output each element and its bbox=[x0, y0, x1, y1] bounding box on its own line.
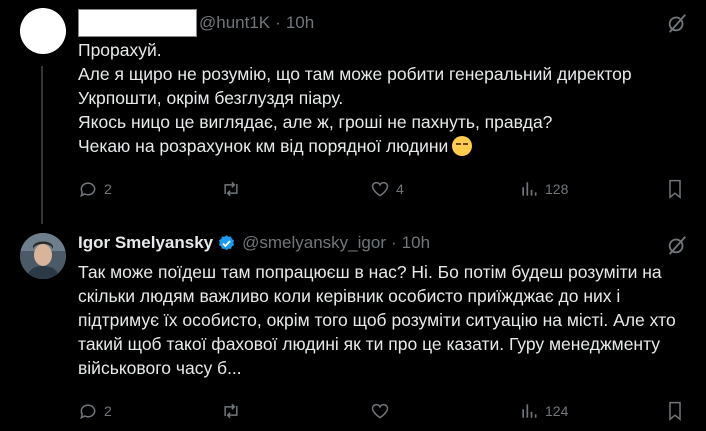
retweet-button[interactable] bbox=[220, 401, 248, 421]
user-handle[interactable]: @hunt1K bbox=[199, 13, 270, 33]
retweet-icon bbox=[220, 401, 242, 421]
tweet-line: скільки людям важливо коли керівник особ… bbox=[78, 286, 621, 306]
reply-count: 2 bbox=[104, 181, 112, 197]
tweet-text: Так може поїдеш там попрацюєш в нас? Ні.… bbox=[78, 260, 676, 380]
tweet-header: Igor Smelyansky @smelyansky_igor · 10h bbox=[78, 233, 430, 253]
tweet-line: підтримує їх особисто, окрім того щоб ро… bbox=[78, 310, 676, 330]
tweet-text: Прорахуй. Але я щиро не розумію, що там … bbox=[78, 38, 632, 158]
tweet-line: такий щоб такої фахової людині як ти про… bbox=[78, 334, 661, 354]
like-button[interactable] bbox=[370, 401, 396, 421]
tweet-line: Якось ницо це виглядає, але ж, гроші не … bbox=[78, 112, 553, 132]
separator-dot: · bbox=[391, 233, 397, 252]
grok-icon[interactable] bbox=[666, 12, 688, 39]
like-icon bbox=[370, 179, 390, 199]
views-icon bbox=[519, 401, 539, 421]
views-count: 128 bbox=[545, 181, 569, 197]
like-count: 4 bbox=[396, 181, 404, 197]
reply-count: 2 bbox=[104, 403, 112, 419]
relieved-face-emoji-icon bbox=[452, 136, 473, 156]
tweet-line: Так може поїдеш там попрацюєш в нас? Ні.… bbox=[78, 262, 662, 282]
bookmark-button[interactable] bbox=[666, 179, 684, 199]
reply-button[interactable]: 2 bbox=[78, 401, 112, 421]
tweet-action-bar: 2 124 bbox=[78, 401, 690, 423]
timestamp[interactable]: 10h bbox=[286, 13, 314, 33]
user-handle[interactable]: @smelyansky_igor bbox=[242, 233, 386, 253]
views-button[interactable]: 128 bbox=[519, 179, 568, 199]
avatar[interactable] bbox=[20, 8, 66, 54]
reply-icon bbox=[78, 179, 98, 199]
redacted-name bbox=[78, 9, 197, 37]
verified-badge-icon bbox=[217, 234, 236, 253]
grok-icon[interactable] bbox=[666, 234, 688, 261]
display-name[interactable]: Igor Smelyansky bbox=[78, 233, 213, 253]
bookmark-icon bbox=[666, 401, 684, 421]
tweet-line: Чекаю на розрахунок км від порядної люди… bbox=[78, 136, 449, 156]
views-button[interactable]: 124 bbox=[519, 401, 568, 421]
views-icon bbox=[519, 179, 539, 199]
tweet-action-bar: 2 4 128 bbox=[78, 179, 690, 201]
bookmark-button[interactable] bbox=[666, 401, 684, 421]
retweet-icon bbox=[220, 179, 242, 199]
thread-connector-line bbox=[41, 66, 43, 224]
tweet-line: Укрпошти, окрім безглуздя піару. bbox=[78, 88, 344, 108]
like-button[interactable]: 4 bbox=[370, 179, 404, 199]
tweet-line-with-emoji: Чекаю на розрахунок км від порядної люди… bbox=[78, 134, 632, 158]
reply-button[interactable]: 2 bbox=[78, 179, 112, 199]
views-count: 124 bbox=[545, 403, 569, 419]
retweet-button[interactable] bbox=[220, 179, 248, 199]
timestamp[interactable]: 10h bbox=[402, 233, 430, 253]
avatar[interactable] bbox=[20, 233, 66, 279]
tweet-line: Але я щиро не розумію, що там може робит… bbox=[78, 64, 632, 84]
separator-dot: · bbox=[275, 13, 281, 32]
reply-icon bbox=[78, 401, 98, 421]
tweet-line: військового часу б... bbox=[78, 358, 242, 378]
profile-photo-icon bbox=[20, 233, 66, 279]
tweet-line: Прорахуй. bbox=[78, 40, 162, 60]
bookmark-icon bbox=[666, 179, 684, 199]
like-icon bbox=[370, 401, 390, 421]
tweet-header: @hunt1K · 10h bbox=[78, 9, 314, 37]
